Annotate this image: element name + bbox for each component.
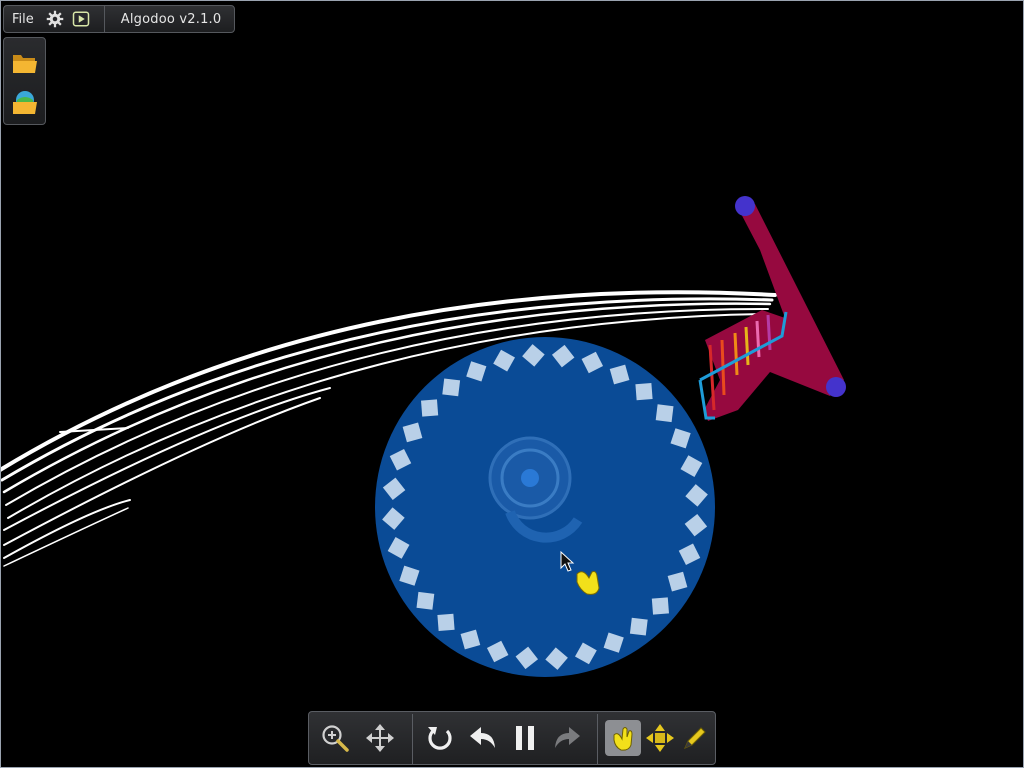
gear-wheel[interactable]	[375, 337, 715, 677]
scene-folder-icon[interactable]	[10, 87, 40, 117]
main-menu-bar: File Algodoo v2.1.0	[3, 5, 235, 33]
folder-icon[interactable]	[10, 48, 40, 78]
bottom-toolbar	[308, 711, 716, 765]
simulation-canvas[interactable]	[0, 0, 1024, 768]
redo-icon[interactable]	[549, 720, 585, 756]
wheel-pad	[421, 399, 439, 417]
pencil-icon[interactable]	[677, 720, 713, 756]
hand-icon[interactable]	[605, 720, 641, 756]
wheel-pad	[442, 378, 461, 397]
top-hinge	[735, 196, 755, 216]
wheel-pad	[651, 597, 669, 615]
zoom-in-icon[interactable]	[317, 720, 353, 756]
pause-icon[interactable]	[507, 720, 543, 756]
file-menu[interactable]: File	[4, 6, 42, 32]
toolbar-separator	[412, 714, 413, 764]
move-arrows-icon[interactable]	[642, 720, 678, 756]
wheel-pad	[635, 383, 653, 401]
reset-icon[interactable]	[422, 720, 458, 756]
undo-icon[interactable]	[465, 720, 501, 756]
file-menu-label: File	[12, 11, 34, 27]
wheel-pad	[437, 613, 455, 631]
file-palette	[3, 37, 46, 125]
gear-icon[interactable]	[42, 6, 68, 32]
bottom-hinge	[826, 377, 846, 397]
move-icon[interactable]	[362, 720, 398, 756]
toolbar-separator	[597, 714, 598, 764]
play-icon[interactable]	[68, 6, 94, 32]
app-title: Algodoo v2.1.0	[120, 11, 222, 27]
wheel-pad	[629, 617, 648, 636]
wheel-pad	[655, 404, 674, 423]
wheel-pad	[416, 591, 435, 610]
